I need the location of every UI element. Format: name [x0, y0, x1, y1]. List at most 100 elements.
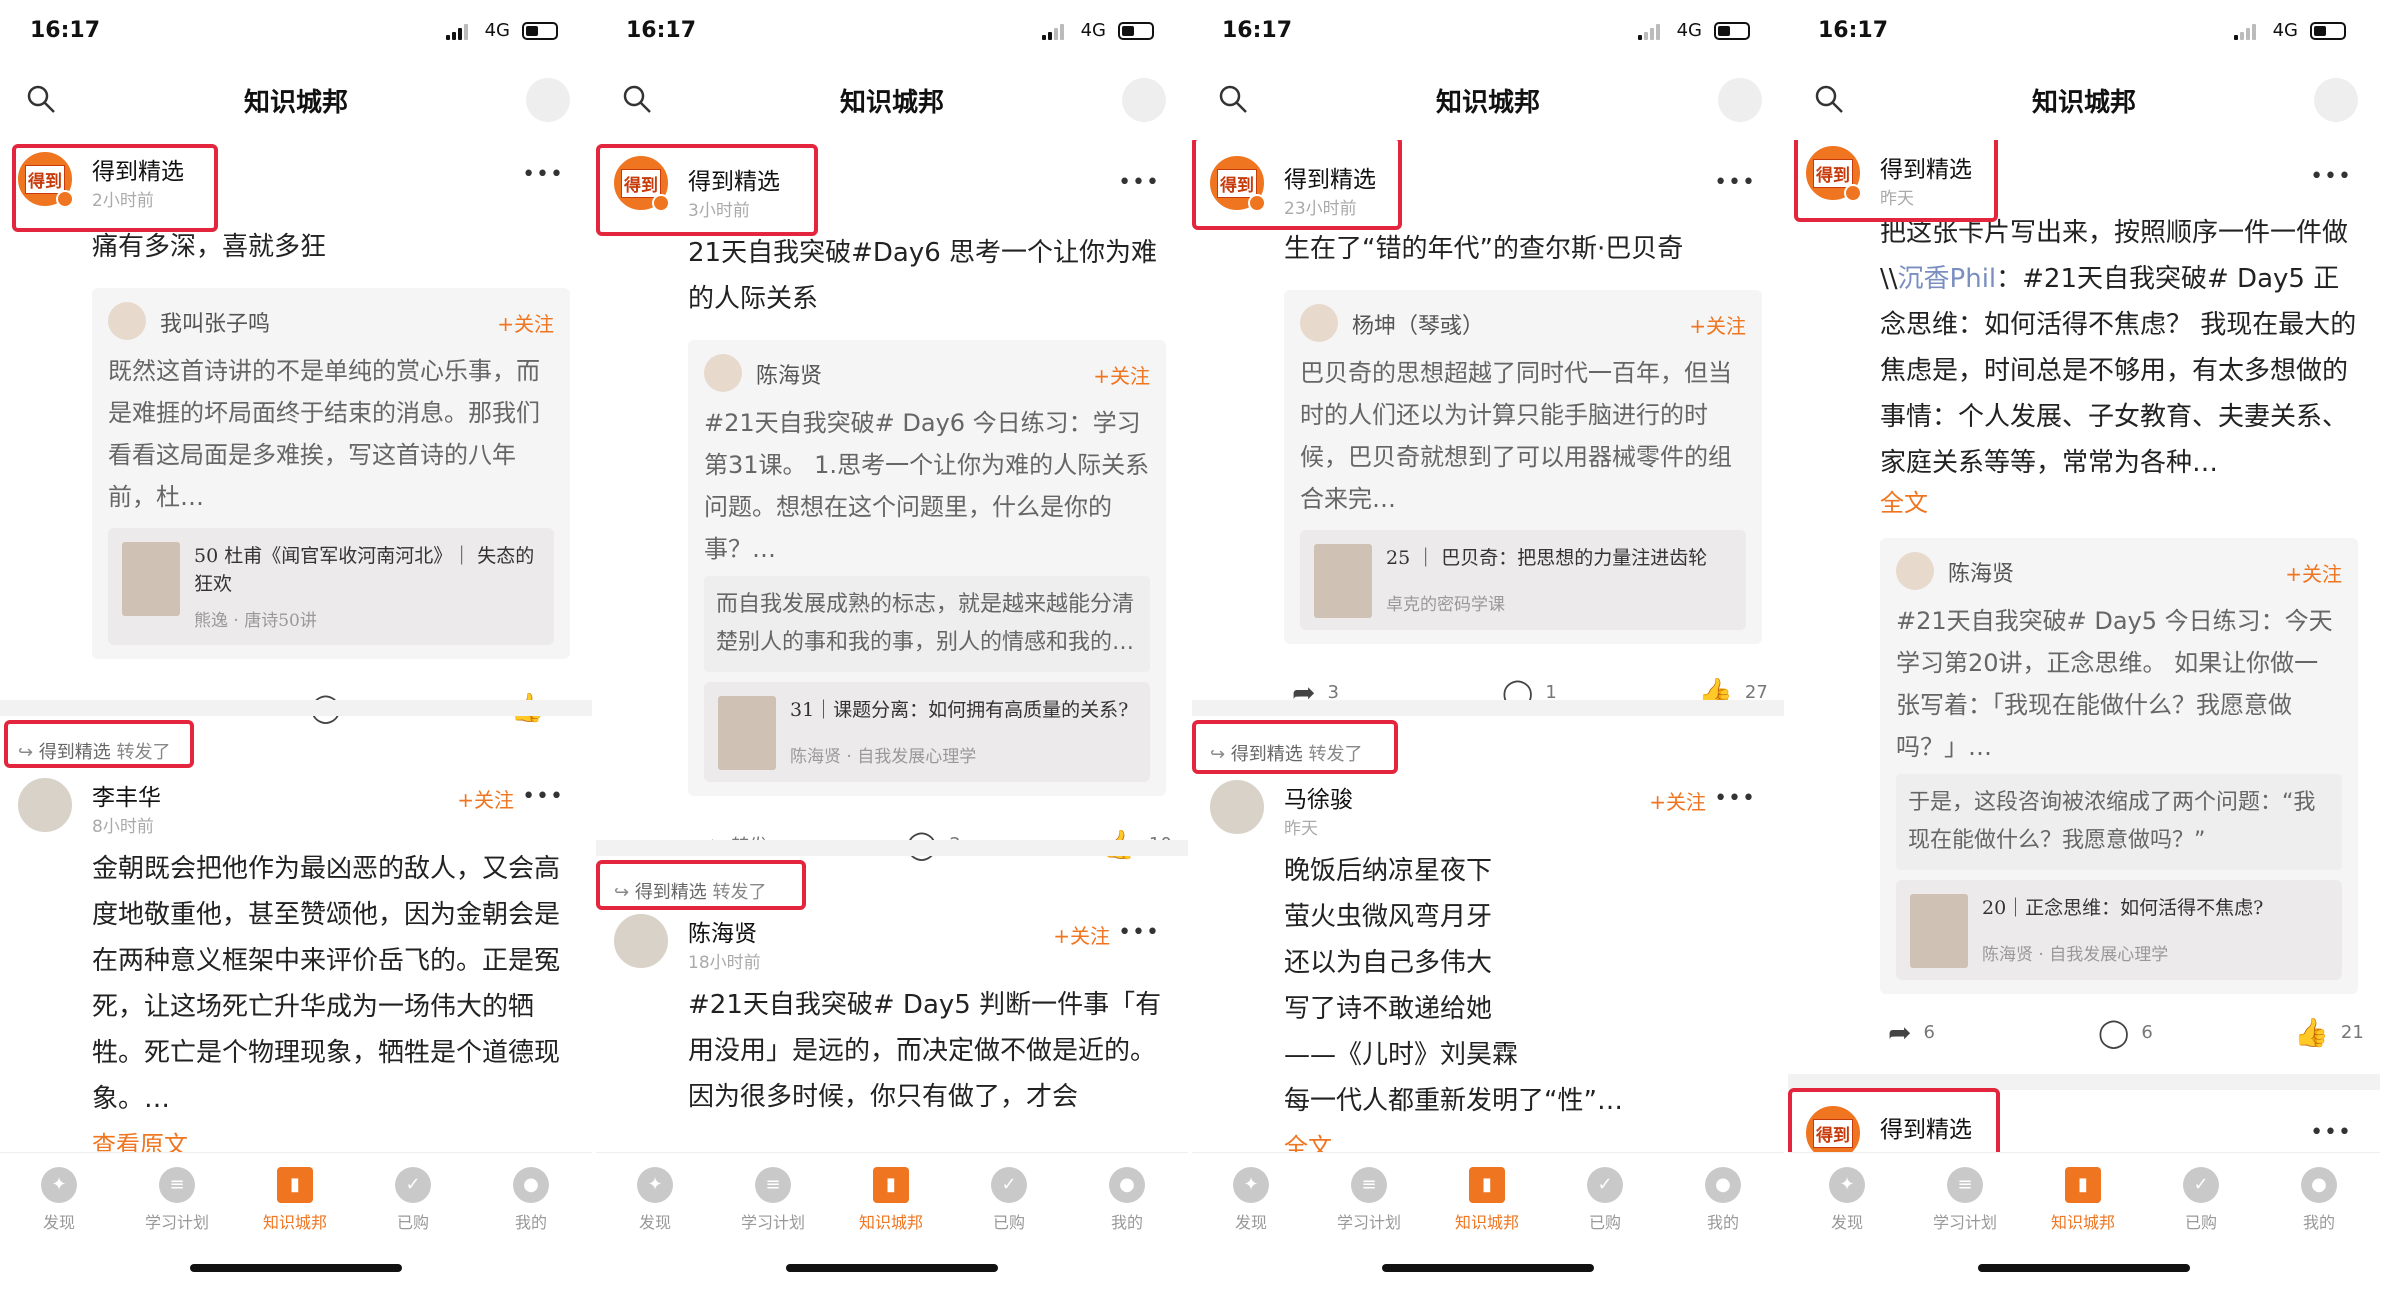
follow-button[interactable]: +关注: [2285, 558, 2342, 587]
user-avatar[interactable]: [1122, 78, 1166, 122]
network-label: 4G: [1676, 20, 1702, 41]
mention-link[interactable]: 沉香Phil: [1898, 264, 1997, 294]
post[interactable]: 得到 得到精选 23小时前 ••• 生在了“错的年代”的查尔斯·巴贝奇 杨坤（琴…: [1192, 140, 1784, 718]
full-text-link[interactable]: 全文: [1284, 1124, 1762, 1152]
follow-button[interactable]: +关注: [1689, 310, 1746, 339]
phone-screen-2: 16:17 4G 知识城邦 得到 得到精选 3小时前 ••• 21天自我突破#D…: [596, 0, 1188, 1292]
tab-knowledge-city[interactable]: ▮ 知识城邦: [1428, 1167, 1546, 1233]
author-name[interactable]: 马徐骏: [1284, 780, 1353, 814]
share-button[interactable]: ➦ 6: [1888, 1016, 1935, 1049]
post[interactable]: 得到 得到精选 •••: [1788, 1088, 2380, 1152]
more-icon[interactable]: •••: [2310, 1120, 2352, 1145]
more-icon[interactable]: •••: [522, 162, 564, 187]
tab-knowledge-city[interactable]: ▮ 知识城邦: [832, 1167, 950, 1233]
quote-avatar[interactable]: [1896, 552, 1934, 590]
more-icon[interactable]: •••: [1118, 920, 1160, 945]
action-bar: ➦ 6 ◯ 6 👍 21: [1788, 998, 2380, 1058]
comment-button[interactable]: ◯ 6: [2098, 1016, 2153, 1049]
compass-icon: ✦: [41, 1167, 77, 1203]
quote-avatar[interactable]: [704, 354, 742, 392]
more-icon[interactable]: •••: [1118, 170, 1160, 195]
post[interactable]: ↪ 得到精选 转发了 陈海贤 18小时前 +关注 ••• #21天自我突破# D…: [596, 860, 1188, 1120]
tab-knowledge-city[interactable]: ▮ 知识城邦: [236, 1167, 354, 1233]
course-card[interactable]: 31｜课题分离：如何拥有高质量的关系? 陈海贤 · 自我发展心理学: [704, 682, 1150, 782]
bookmark-icon: ▮: [2065, 1167, 2101, 1203]
post[interactable]: 得到 得到精选 昨天 ••• 把这张卡片写出来，按照顺序一件一件做\\沉香Phi…: [1788, 140, 2380, 1058]
tab-study-plan[interactable]: ≡ 学习计划: [1906, 1167, 2024, 1233]
full-text-link[interactable]: 全文: [1880, 486, 2358, 520]
quote-text: #21天自我突破# Day5 今日练习：今天学习第20讲，正念思维。 如果让你做…: [1896, 607, 2333, 761]
more-icon[interactable]: •••: [522, 784, 564, 809]
status-time: 16:17: [30, 18, 101, 43]
post[interactable]: ↪ 得到精选 转发了 马徐骏 昨天 +关注 ••• 晚饭后纳凉星夜下 萤火虫微风…: [1192, 720, 1784, 1152]
user-avatar[interactable]: [2314, 78, 2358, 122]
more-icon[interactable]: •••: [2310, 164, 2352, 189]
tab-me[interactable]: ● 我的: [2260, 1167, 2378, 1233]
quote-avatar[interactable]: [108, 302, 146, 340]
post-text: 晚饭后纳凉星夜下 萤火虫微风弯月牙 还以为自己多伟大 写了诗不敢递给她 ——《儿…: [1284, 856, 1623, 1116]
tab-label: 发现: [638, 1213, 671, 1232]
tab-knowledge-city[interactable]: ▮ 知识城邦: [2024, 1167, 2142, 1233]
highlight-box: [12, 144, 218, 232]
tab-discover[interactable]: ✦ 发现: [596, 1167, 714, 1233]
tab-discover[interactable]: ✦ 发现: [0, 1167, 118, 1233]
highlight-box: [1192, 720, 1398, 774]
quote-author[interactable]: 陈海贤: [1948, 556, 2014, 588]
quote-author[interactable]: 杨坤（琴彧）: [1352, 308, 1484, 340]
quote-author[interactable]: 我叫张子鸣: [160, 306, 270, 338]
follow-button[interactable]: +关注: [1053, 920, 1110, 949]
more-icon[interactable]: •••: [1714, 170, 1756, 195]
author-avatar[interactable]: [1208, 778, 1266, 836]
home-indicator: [190, 1264, 402, 1272]
course-card[interactable]: 20｜正念思维：如何活得不焦虑? 陈海贤 · 自我发展心理学: [1896, 880, 2342, 980]
tab-me[interactable]: ● 我的: [1068, 1167, 1186, 1233]
quoted-post[interactable]: 杨坤（琴彧） +关注 巴贝奇的思想超越了同时代一百年，但当时的人们还以为计算只能…: [1284, 290, 1762, 644]
tab-me[interactable]: ● 我的: [472, 1167, 590, 1233]
quote-author[interactable]: 陈海贤: [756, 358, 822, 390]
tab-study-plan[interactable]: ≡ 学习计划: [1310, 1167, 1428, 1233]
phone-screen-1: 16:17 4G 知识城邦 得到 得到精选 2小时前 ••• 痛有多深，喜就多狂…: [0, 0, 592, 1292]
status-time: 16:17: [1222, 18, 1293, 43]
quote-avatar[interactable]: [1300, 304, 1338, 342]
tab-discover[interactable]: ✦ 发现: [1192, 1167, 1310, 1233]
excerpt: 而自我发展成熟的标志，就是越来越能分清楚别人的事和我的事，别人的情感和我的…: [704, 576, 1150, 672]
course-card[interactable]: 50 杜甫《闻官军收河南河北》｜ 失态的狂欢 熊逸 · 唐诗50讲: [108, 528, 554, 645]
tab-purchased[interactable]: ✓ 已购: [354, 1167, 472, 1233]
follow-button[interactable]: +关注: [1649, 786, 1706, 815]
course-thumbnail: [1314, 544, 1372, 618]
follow-button[interactable]: +关注: [1093, 360, 1150, 389]
follow-button[interactable]: +关注: [497, 308, 554, 337]
author-name[interactable]: 李丰华: [92, 778, 161, 812]
tab-purchased[interactable]: ✓ 已购: [1546, 1167, 1664, 1233]
course-card[interactable]: 25 ｜ 巴贝奇：把思想的力量注进齿轮 卓克的密码学课: [1300, 530, 1746, 630]
author-name[interactable]: 陈海贤: [688, 914, 757, 948]
follow-button[interactable]: +关注: [457, 784, 514, 813]
tab-discover[interactable]: ✦ 发现: [1788, 1167, 1906, 1233]
excerpt: 于是，这段咨询被浓缩成了两个问题：“我现在能做什么？我愿意做吗？”: [1896, 774, 2342, 870]
post[interactable]: 得到 得到精选 3小时前 ••• 21天自我突破#Day6 思考一个让你为难的人…: [596, 140, 1188, 870]
author-avatar[interactable]: [612, 912, 670, 970]
tab-purchased[interactable]: ✓ 已购: [950, 1167, 1068, 1233]
quoted-post[interactable]: 陈海贤 +关注 #21天自我突破# Day5 今日练习：今天学习第20讲，正念思…: [1880, 538, 2358, 994]
highlight-box: [1794, 140, 1998, 222]
tab-study-plan[interactable]: ≡ 学习计划: [714, 1167, 832, 1233]
divider: [596, 840, 1188, 856]
status-bar: 16:17 4G: [596, 18, 1188, 48]
view-original-link[interactable]: 查看原文: [92, 1122, 570, 1152]
post[interactable]: 得到 得到精选 2小时前 ••• 痛有多深，喜就多狂 我叫张子鸣 +关注 既然这…: [0, 140, 592, 733]
quoted-post[interactable]: 陈海贤 +关注 #21天自我突破# Day6 今日练习：学习第31课。 1.思考…: [688, 340, 1166, 796]
feed: 得到 得到精选 23小时前 ••• 生在了“错的年代”的查尔斯·巴贝奇 杨坤（琴…: [1192, 140, 1784, 1152]
author-avatar[interactable]: [16, 776, 74, 834]
like-button[interactable]: 👍 21: [2294, 1016, 2364, 1049]
tab-purchased[interactable]: ✓ 已购: [2142, 1167, 2260, 1233]
more-icon[interactable]: •••: [1714, 786, 1756, 811]
tab-label: 学习计划: [144, 1213, 209, 1232]
tab-label: 发现: [42, 1213, 75, 1232]
tab-me[interactable]: ● 我的: [1664, 1167, 1782, 1233]
user-avatar[interactable]: [1718, 78, 1762, 122]
feed: 得到 得到精选 3小时前 ••• 21天自我突破#Day6 思考一个让你为难的人…: [596, 140, 1188, 1152]
tab-study-plan[interactable]: ≡ 学习计划: [118, 1167, 236, 1233]
post[interactable]: ↪ 得到精选 转发了 李丰华 8小时前 +关注 ••• 金朝既会把他作为最凶恶的…: [0, 720, 592, 1152]
user-avatar[interactable]: [526, 78, 570, 122]
quoted-post[interactable]: 我叫张子鸣 +关注 既然这首诗讲的不是单纯的赏心乐事，而是难捱的坏局面终于结束的…: [92, 288, 570, 659]
